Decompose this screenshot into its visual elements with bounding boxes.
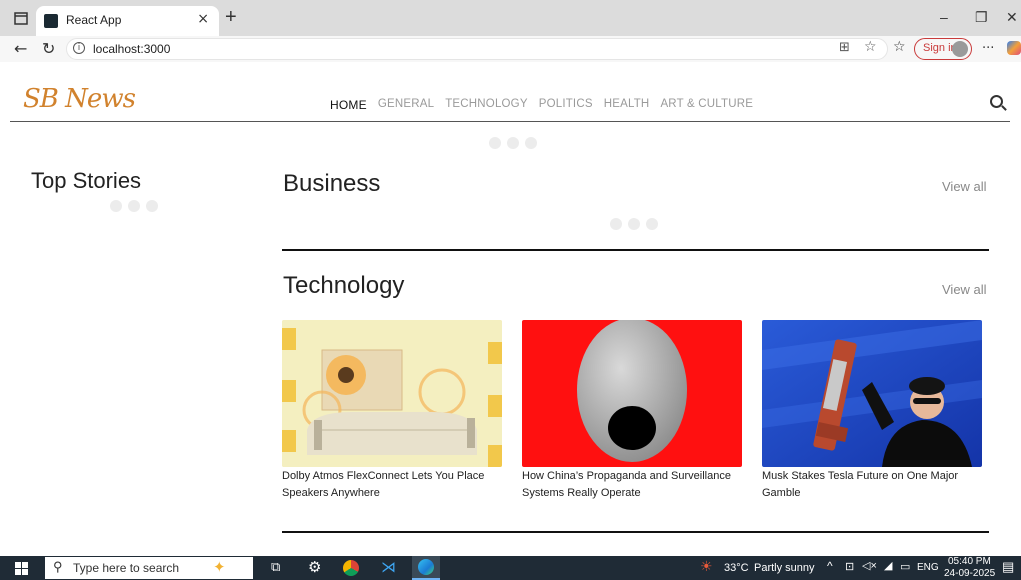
taskbar-search-box[interactable]: ⚲ Type here to search ✦ [45, 557, 253, 579]
volume-muted-icon[interactable]: ◁× [862, 559, 877, 572]
wifi-icon[interactable]: ◢ [884, 559, 892, 572]
article-image-speakers[interactable] [282, 320, 502, 467]
taskbar-search-placeholder: Type here to search [73, 561, 180, 575]
tab-title: React App [66, 13, 122, 27]
article-card[interactable]: Musk Stakes Tesla Future on One Major Ga… [762, 320, 982, 502]
nav-health[interactable]: HEALTH [604, 98, 650, 112]
more-menu-icon[interactable]: ··· [982, 41, 994, 56]
nav-home[interactable]: HOME [330, 98, 367, 112]
business-title: Business [283, 170, 381, 197]
task-view-icon[interactable]: ⧉ [271, 559, 280, 575]
article-card[interactable]: Dolby Atmos FlexConnect Lets You Place S… [282, 320, 502, 502]
technology-view-all-link[interactable]: View all [942, 282, 987, 297]
nav-politics[interactable]: POLITICS [539, 98, 593, 112]
article-caption[interactable]: How China’s Propaganda and Surveillance … [522, 468, 742, 502]
nav-general[interactable]: GENERAL [378, 98, 434, 112]
tab-close-icon[interactable]: × [197, 11, 209, 27]
technology-title: Technology [283, 272, 405, 299]
favorites-icon[interactable]: ☆ [893, 39, 906, 55]
profile-avatar-icon [952, 41, 968, 57]
react-favicon-icon [44, 14, 58, 28]
top-stories-title: Top Stories [31, 168, 142, 193]
tab-actions-icon [14, 12, 28, 25]
chrome-icon[interactable] [343, 560, 359, 576]
top-stories-loading-dots [110, 200, 158, 212]
address-toolbar: ← ↻ i localhost:3000 ⊞ ☆ ☆ Sign in ··· [0, 36, 1021, 62]
edge-taskbar-button[interactable] [412, 556, 440, 580]
business-view-all-link[interactable]: View all [942, 179, 987, 194]
browser-tab[interactable]: React App × [36, 6, 219, 36]
site-info-icon[interactable]: i [73, 42, 85, 54]
header-divider [10, 121, 1010, 122]
copilot-sparkle-icon: ✦ [213, 559, 226, 576]
clock-date[interactable]: 24-09-2025 [944, 568, 995, 579]
minimize-button[interactable]: – [940, 9, 948, 25]
back-icon[interactable]: ← [14, 39, 27, 58]
windows-start-icon[interactable] [15, 562, 28, 575]
windows-taskbar: ⚲ Type here to search ✦ ⧉ ⚙ ⋊ ☀ 33°C Par… [0, 556, 1021, 580]
article-image-surveillance[interactable] [522, 320, 742, 467]
favorite-star-icon[interactable]: ☆ [864, 39, 877, 55]
web-page: SB News HOME GENERAL TECHNOLOGY POLITICS… [10, 62, 1010, 552]
settings-gear-icon[interactable]: ⚙ [308, 558, 321, 576]
article-caption[interactable]: Musk Stakes Tesla Future on One Major Ga… [762, 468, 982, 502]
nav-art-culture[interactable]: ART & CULTURE [660, 98, 753, 112]
vscode-icon[interactable]: ⋊ [381, 558, 396, 576]
article-image-musk[interactable] [762, 320, 982, 467]
reader-mode-icon[interactable]: ⊞ [839, 40, 850, 55]
network-icon[interactable]: ⊡ [845, 560, 854, 573]
battery-icon[interactable]: ▭ [900, 560, 910, 573]
temperature-text: 33°C [724, 562, 749, 574]
main-nav: HOME GENERAL TECHNOLOGY POLITICS HEALTH … [330, 98, 753, 112]
sign-in-button[interactable]: Sign in [914, 38, 972, 60]
search-icon[interactable] [990, 95, 1003, 108]
copilot-icon[interactable] [1007, 41, 1021, 55]
weather-icon[interactable]: ☀ [700, 559, 713, 575]
search-glass-icon: ⚲ [53, 559, 63, 574]
close-window-button[interactable]: ✕ [1006, 9, 1018, 26]
notifications-icon[interactable]: ▤ [1002, 559, 1014, 575]
url-text: localhost:3000 [93, 42, 171, 56]
system-tray-chevron-icon[interactable]: ^ [827, 559, 833, 573]
business-loading-dots [610, 218, 658, 230]
technology-divider [282, 531, 989, 533]
refresh-icon[interactable]: ↻ [42, 39, 55, 58]
restore-button[interactable]: ❐ [975, 9, 988, 26]
new-tab-button[interactable]: + [225, 6, 237, 29]
clock-time[interactable]: 05:40 PM [948, 556, 991, 567]
article-caption[interactable]: Dolby Atmos FlexConnect Lets You Place S… [282, 468, 502, 502]
article-card[interactable]: How China’s Propaganda and Surveillance … [522, 320, 742, 502]
loading-dots [489, 137, 537, 149]
weather-text: Partly sunny [754, 562, 815, 574]
browser-tab-strip: React App × + – ❐ ✕ [0, 0, 1021, 36]
language-indicator[interactable]: ENG [917, 562, 939, 573]
address-bar[interactable]: i localhost:3000 ⊞ ☆ [66, 38, 888, 60]
tab-actions-button[interactable] [10, 9, 32, 29]
business-divider [282, 249, 989, 251]
nav-technology[interactable]: TECHNOLOGY [445, 98, 528, 112]
edge-icon [418, 559, 434, 575]
site-logo[interactable]: SB News [23, 84, 136, 114]
